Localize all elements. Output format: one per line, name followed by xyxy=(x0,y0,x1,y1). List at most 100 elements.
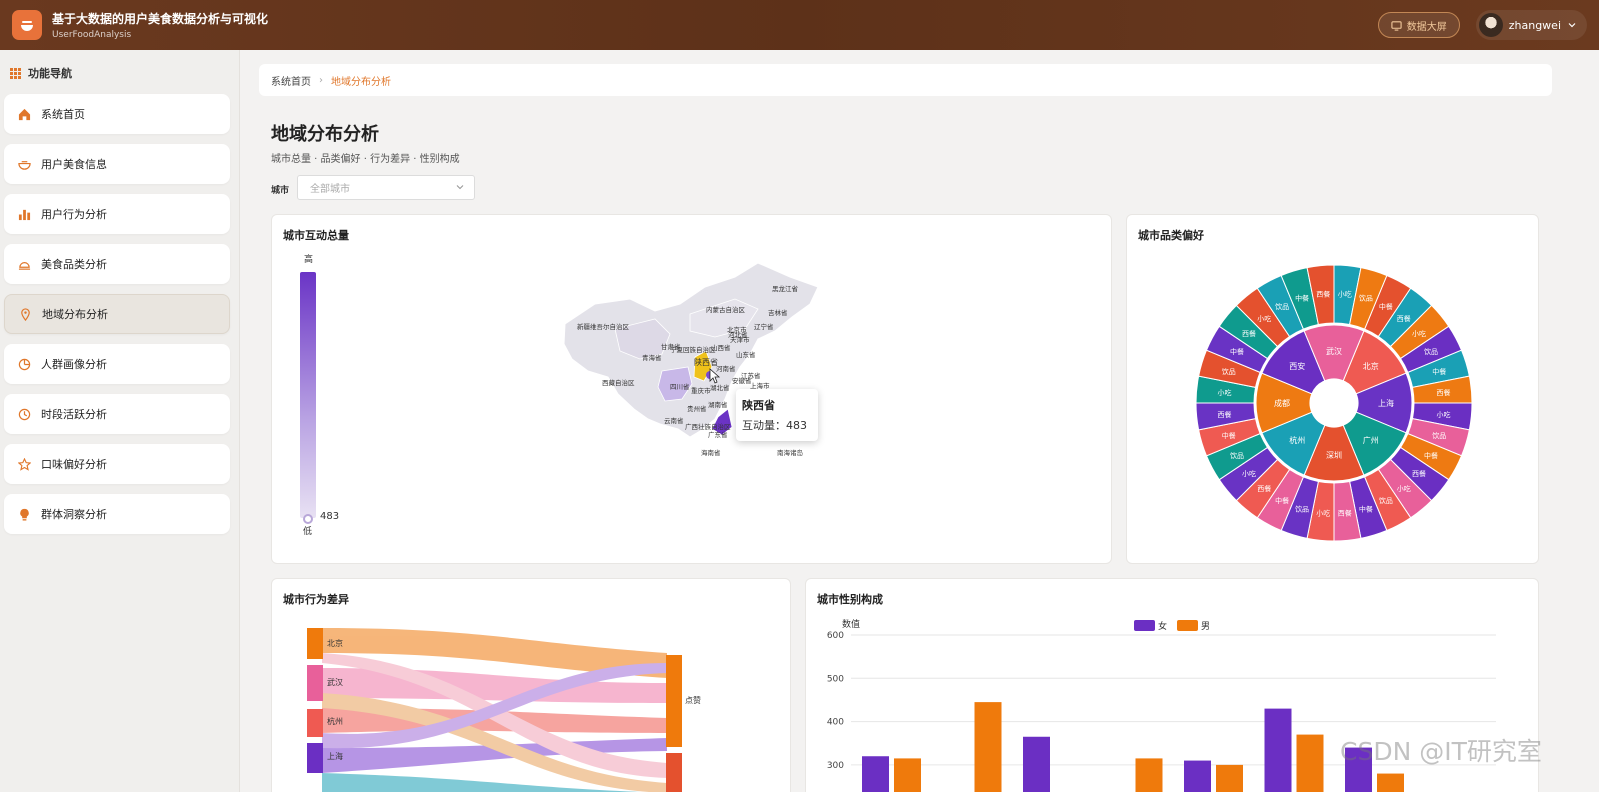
sankey-label: 上海 xyxy=(327,751,343,761)
sankey-chart[interactable]: 北京 武汉 杭州 上海 点赞 xyxy=(302,623,742,792)
legend-swatch[interactable] xyxy=(1134,620,1155,631)
sankey-node-other[interactable] xyxy=(666,753,682,792)
tooltip-row: 互动量：483 xyxy=(742,419,807,432)
sidebar-item-taste[interactable]: 口味偏好分析 xyxy=(4,444,230,484)
sunburst-outer-label: 中餐 xyxy=(1275,496,1289,505)
legend-high-label: 高 xyxy=(304,255,314,265)
sidebar: 功能导航 系统首页 用户美食信息 用户行为分析 美食品类分析 地域分布分析 人群… xyxy=(0,50,240,792)
page-subtitle: 城市总量 · 品类偏好 · 行为差异 · 性别构成 xyxy=(271,154,460,165)
sidebar-item-insight[interactable]: 群体洞察分析 xyxy=(4,494,230,534)
breadcrumb: 系统首页 › 地域分布分析 xyxy=(259,64,1552,96)
breadcrumb-current: 地域分布分析 xyxy=(331,76,391,88)
svg-text:辽宁省: 辽宁省 xyxy=(754,322,774,331)
sunburst-outer-label: 小吃 xyxy=(1316,508,1330,517)
sunburst-outer-label: 饮品 xyxy=(1230,451,1244,460)
sunburst-outer-label: 西餐 xyxy=(1338,508,1352,517)
sidebar-item-label: 用户行为分析 xyxy=(41,208,107,221)
sunburst-outer-label: 中餐 xyxy=(1359,504,1373,513)
bar[interactable] xyxy=(1377,773,1404,792)
city-select[interactable]: 全部城市 xyxy=(297,175,475,200)
svg-text:新疆维吾尔自治区: 新疆维吾尔自治区 xyxy=(577,322,630,331)
dish-icon xyxy=(18,261,31,270)
svg-text:海南省: 海南省 xyxy=(701,448,721,457)
sankey-node-hangzhou[interactable] xyxy=(307,709,323,737)
sidebar-item-home[interactable]: 系统首页 xyxy=(4,94,230,134)
sidebar-item-label: 美食品类分析 xyxy=(41,258,107,271)
sunburst-outer-label: 饮品 xyxy=(1222,367,1236,376)
sidebar-item-behavior[interactable]: 用户行为分析 xyxy=(4,194,230,234)
bar[interactable] xyxy=(894,758,921,792)
sunburst-outer-label: 饮品 xyxy=(1359,294,1373,303)
sidebar-item-persona[interactable]: 人群画像分析 xyxy=(4,344,230,384)
sunburst-inner-label: 广州 xyxy=(1363,435,1379,445)
sunburst-outer-label: 西餐 xyxy=(1436,388,1450,397)
bar[interactable] xyxy=(1216,764,1243,792)
sunburst-outer-label: 小吃 xyxy=(1242,469,1256,478)
sunburst-center xyxy=(1312,381,1356,425)
sunburst-inner-label: 成都 xyxy=(1274,398,1290,408)
city-filter-label: 城市 xyxy=(271,186,290,196)
visual-map-gradient[interactable] xyxy=(300,272,316,518)
user-menu[interactable]: zhangwei xyxy=(1475,10,1587,40)
y-axis-label: 数值 xyxy=(842,618,860,630)
tooltip-label: 互动量 xyxy=(742,419,775,432)
sunburst-outer-label: 饮品 xyxy=(1295,504,1309,513)
y-tick-label: 400 xyxy=(827,718,844,728)
sankey-label: 杭州 xyxy=(327,716,343,726)
svg-text:湖北省: 湖北省 xyxy=(710,383,730,392)
page-title: 地域分布分析 xyxy=(271,124,379,145)
sidebar-item-label: 群体洞察分析 xyxy=(41,508,107,521)
sidebar-item-category[interactable]: 美食品类分析 xyxy=(4,244,230,284)
breadcrumb-home[interactable]: 系统首页 xyxy=(271,73,311,88)
grid-icon xyxy=(10,67,21,79)
breadcrumb-separator-icon: › xyxy=(319,74,323,86)
bar[interactable] xyxy=(1184,760,1211,792)
sunburst-outer-label: 小吃 xyxy=(1412,329,1426,338)
sunburst-outer-label: 西餐 xyxy=(1218,410,1232,419)
sidebar-item-user-food[interactable]: 用户美食信息 xyxy=(4,144,230,184)
data-screen-button[interactable]: 数据大屏 xyxy=(1377,12,1460,38)
sunburst-outer-label: 西餐 xyxy=(1242,329,1256,338)
svg-text:云南省: 云南省 xyxy=(664,416,684,425)
sidebar-item-time[interactable]: 时段活跃分析 xyxy=(4,394,230,434)
sunburst-outer-label: 西餐 xyxy=(1412,469,1426,478)
legend-label[interactable]: 男 xyxy=(1201,621,1210,632)
bar[interactable] xyxy=(1023,736,1050,792)
legend-value: 483 xyxy=(320,511,340,522)
sunburst-outer-label: 中餐 xyxy=(1222,431,1236,440)
bar[interactable] xyxy=(1135,758,1163,792)
sunburst-outer-label: 西餐 xyxy=(1316,290,1330,299)
bar[interactable] xyxy=(974,702,1002,792)
y-tick-label: 300 xyxy=(827,761,844,771)
nav-header: 功能导航 xyxy=(0,50,239,96)
sunburst-outer-label: 小吃 xyxy=(1338,290,1352,299)
svg-text:湖南省: 湖南省 xyxy=(708,400,728,409)
sidebar-item-region[interactable]: 地域分布分析 xyxy=(4,294,230,334)
sankey-node-like[interactable] xyxy=(666,655,682,747)
y-tick-label: 600 xyxy=(827,631,844,641)
watermark: CSDN @IT研究室 xyxy=(1340,737,1542,766)
svg-text:南海诸岛: 南海诸岛 xyxy=(777,448,803,457)
bar[interactable] xyxy=(1264,708,1292,792)
svg-text:四川省: 四川省 xyxy=(670,382,690,391)
sunburst-inner-label: 北京 xyxy=(1363,361,1379,371)
sidebar-item-label: 时段活跃分析 xyxy=(41,408,107,421)
avatar xyxy=(1478,13,1503,37)
sunburst-chart[interactable]: 北京中餐西餐小吃饮品上海中餐西餐小吃饮品广州中餐西餐小吃饮品深圳中餐西餐小吃饮品… xyxy=(1194,263,1474,543)
svg-text:宁夏回族自治区: 宁夏回族自治区 xyxy=(670,345,716,354)
app-title: 基于大数据的用户美食数据分析与可视化 xyxy=(52,12,269,26)
bar[interactable] xyxy=(862,756,889,792)
sankey-node-shanghai[interactable] xyxy=(307,743,323,773)
legend-label[interactable]: 女 xyxy=(1158,620,1167,632)
visual-map-handle[interactable] xyxy=(303,514,313,524)
chevron-down-icon xyxy=(456,185,464,190)
map-tooltip: 陕西省 互动量：483 xyxy=(736,389,818,441)
sunburst-outer-label: 小吃 xyxy=(1436,410,1450,419)
y-tick-label: 500 xyxy=(827,674,844,684)
legend-swatch[interactable] xyxy=(1177,620,1198,631)
sidebar-item-label: 用户美食信息 xyxy=(41,158,107,171)
sankey-node-beijing[interactable] xyxy=(307,628,323,659)
svg-text:广东省: 广东省 xyxy=(708,430,728,439)
sankey-node-wuhan[interactable] xyxy=(307,665,323,701)
bar[interactable] xyxy=(1296,734,1324,792)
